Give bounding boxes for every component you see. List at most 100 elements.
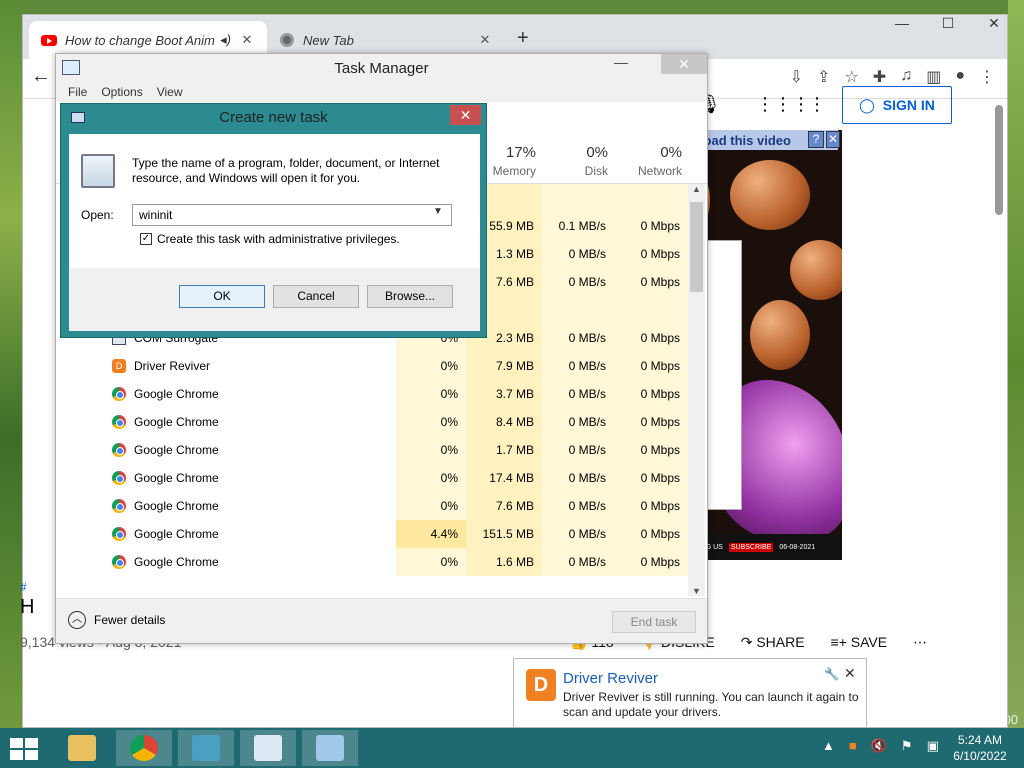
- sign-in-button[interactable]: ◯ SIGN IN: [842, 86, 952, 124]
- table-row[interactable]: Google Chrome 0% 3.7 MB 0 MB/s 0 Mbps: [56, 380, 688, 408]
- hashtag-link[interactable]: #: [20, 580, 27, 594]
- share-button[interactable]: ↷ SHARE: [741, 634, 805, 651]
- close-notification-icon[interactable]: ✕: [844, 665, 856, 682]
- column-disk[interactable]: 0% Disk: [542, 144, 608, 178]
- column-network[interactable]: 0% Network: [614, 144, 682, 178]
- close-window-icon[interactable]: ✕: [661, 54, 707, 74]
- table-row[interactable]: Google Chrome 0% 17.4 MB 0 MB/s 0 Mbps: [56, 464, 688, 492]
- close-window-icon[interactable]: ✕: [979, 15, 1009, 32]
- ok-button[interactable]: OK: [179, 285, 265, 308]
- process-list-scrollbar[interactable]: ▲ ▼: [688, 184, 705, 596]
- run-program-icon: [81, 154, 115, 188]
- admin-privileges-checkbox[interactable]: ✓ Create this task with administrative p…: [140, 232, 400, 246]
- close-tab-icon[interactable]: ✕: [477, 32, 493, 48]
- driver-reviver-tray-icon[interactable]: ■: [849, 738, 857, 754]
- process-label: Google Chrome: [134, 499, 219, 513]
- help-icon[interactable]: ?: [808, 131, 824, 148]
- chrome-icon: [279, 32, 295, 48]
- extensions-icon[interactable]: ✚: [873, 67, 886, 87]
- save-button[interactable]: ≡+ SAVE: [831, 634, 888, 651]
- memory-cell: 8.4 MB: [466, 408, 542, 436]
- share-icon[interactable]: ⇪: [817, 67, 830, 87]
- end-task-button[interactable]: End task: [612, 611, 696, 633]
- sidepanel-icon[interactable]: ▥: [926, 67, 941, 87]
- taskbar-app[interactable]: [178, 730, 234, 766]
- chrome-icon: [112, 527, 126, 541]
- fewer-details-button[interactable]: ︿ Fewer details: [68, 611, 165, 629]
- install-icon[interactable]: ⇩: [790, 67, 803, 87]
- chrome-icon: [112, 471, 126, 485]
- notification-title: Driver Reviver: [563, 670, 659, 687]
- run-icon: [316, 735, 344, 761]
- task-manager-footer: ︿ Fewer details End task: [56, 598, 707, 643]
- network-icon[interactable]: ▣: [927, 738, 939, 754]
- menu-view[interactable]: View: [157, 85, 183, 99]
- dialog-titlebar[interactable]: Create new task ✕: [61, 104, 486, 131]
- close-dialog-icon[interactable]: ✕: [450, 105, 481, 125]
- close-tab-icon[interactable]: ✕: [239, 32, 255, 48]
- table-row[interactable]: Google Chrome 0% 8.4 MB 0 MB/s 0 Mbps: [56, 408, 688, 436]
- table-row[interactable]: Google Chrome 4.4% 151.5 MB 0 MB/s 0 Mbp…: [56, 520, 688, 548]
- scroll-thumb[interactable]: [690, 202, 703, 292]
- taskbar-run[interactable]: [302, 730, 358, 766]
- profile-icon[interactable]: ●: [955, 67, 965, 87]
- cancel-button[interactable]: Cancel: [273, 285, 359, 308]
- taskbar-file-explorer[interactable]: [54, 730, 110, 766]
- chrome-icon: [112, 499, 126, 513]
- task-manager-titlebar[interactable]: Task Manager — ✕: [56, 54, 707, 82]
- menu-file[interactable]: File: [68, 85, 87, 99]
- memory-cell: 17.4 MB: [466, 464, 542, 492]
- scroll-down-icon[interactable]: ▼: [688, 586, 705, 596]
- browse-button[interactable]: Browse...: [367, 285, 453, 308]
- back-arrow-icon[interactable]: ←: [31, 65, 51, 88]
- apps-grid-icon[interactable]: ⋮⋮⋮: [756, 94, 810, 115]
- window-title: Task Manager: [334, 59, 429, 77]
- scroll-up-icon[interactable]: ▲: [688, 184, 705, 194]
- disk-cell: 0 MB/s: [542, 408, 614, 436]
- flag-icon[interactable]: ⚑: [901, 738, 913, 754]
- tab-title: New Tab: [303, 32, 354, 48]
- chevron-down-icon[interactable]: ▼: [433, 206, 443, 217]
- taskbar-task-manager[interactable]: [240, 730, 296, 766]
- menu-kebab-icon[interactable]: ⋮: [979, 67, 995, 87]
- disk-cell: 0 MB/s: [542, 268, 614, 296]
- more-actions-icon[interactable]: ⋯: [913, 634, 927, 651]
- memory-cell: 3.7 MB: [466, 380, 542, 408]
- new-tab-button[interactable]: +: [517, 27, 529, 50]
- open-input[interactable]: [132, 204, 452, 226]
- taskbar-chrome[interactable]: [116, 730, 172, 766]
- driver-reviver-notification[interactable]: D Driver Reviver Driver Reviver is still…: [513, 658, 867, 728]
- disk-label: Disk: [584, 164, 608, 178]
- windows-start-icon[interactable]: [10, 738, 38, 760]
- checkmark-icon[interactable]: ✓: [140, 233, 152, 245]
- media-icon[interactable]: ♫: [900, 67, 912, 87]
- network-cell: 0 Mbps: [614, 268, 688, 296]
- clock[interactable]: 5:24 AM 6/10/2022: [942, 732, 1018, 764]
- table-row[interactable]: D Driver Reviver 0% 7.9 MB 0 MB/s 0 Mbps: [56, 352, 688, 380]
- process-name: Google Chrome: [112, 471, 219, 485]
- chevron-up-icon[interactable]: ▲: [822, 738, 835, 754]
- minimize-icon[interactable]: —: [614, 54, 628, 70]
- network-cell: 0 Mbps: [614, 352, 688, 380]
- process-label: Google Chrome: [134, 387, 219, 401]
- driver-reviver-icon: D: [526, 669, 556, 701]
- minimize-icon[interactable]: —: [887, 15, 917, 31]
- more-options-icon[interactable]: ⋮: [808, 94, 826, 115]
- save-label: SAVE: [850, 634, 888, 650]
- menu-options[interactable]: Options: [101, 85, 142, 99]
- dialog-body: Type the name of a program, folder, docu…: [69, 134, 480, 331]
- table-row[interactable]: Google Chrome 0% 1.6 MB 0 MB/s 0 Mbps: [56, 548, 688, 576]
- disk-cell: [542, 296, 614, 324]
- maximize-icon[interactable]: ☐: [933, 15, 963, 32]
- process-name: D Driver Reviver: [112, 359, 210, 373]
- table-row[interactable]: Google Chrome 0% 1.7 MB 0 MB/s 0 Mbps: [56, 436, 688, 464]
- network-cell: 0 Mbps: [614, 464, 688, 492]
- speaker-icon[interactable]: ◂): [220, 32, 231, 48]
- wrench-icon[interactable]: 🔧: [824, 667, 839, 681]
- page-scrollbar[interactable]: [995, 105, 1003, 215]
- bookmark-star-icon[interactable]: ☆: [844, 67, 858, 87]
- close-icon[interactable]: ✕: [826, 131, 840, 148]
- folder-icon: [68, 735, 96, 761]
- table-row[interactable]: Google Chrome 0% 7.6 MB 0 MB/s 0 Mbps: [56, 492, 688, 520]
- volume-muted-icon[interactable]: 🔇: [871, 738, 887, 754]
